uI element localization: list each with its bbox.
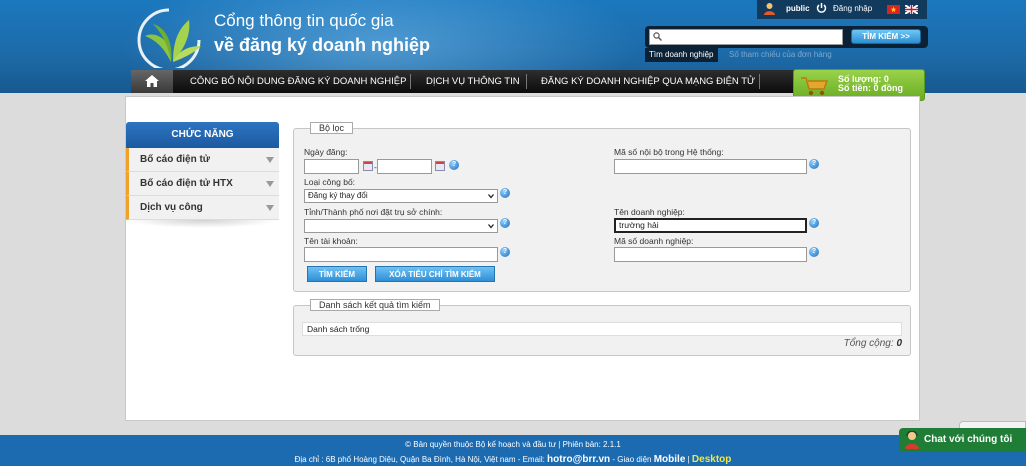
site-title-line2: về đăng ký doanh nghiệp: [214, 35, 431, 55]
nav-item-information-services[interactable]: DỊCH VỤ THÔNG TIN: [426, 70, 520, 93]
clear-criteria-button[interactable]: XÓA TIÊU CHÍ TÌM KIẾM: [375, 266, 495, 282]
sidebar-item-public-services[interactable]: Dịch vụ công: [126, 196, 279, 220]
help-icon[interactable]: ?: [449, 160, 459, 170]
footer-address: Địa chỉ : 6B phố Hoàng Diệu, Quận Ba Đìn…: [0, 454, 1026, 465]
results-panel: Danh sách kết quả tìm kiếm Danh sách trố…: [293, 299, 911, 356]
sidebar-item-label: Bố cáo điện tử: [140, 154, 211, 165]
nav-divider: [759, 74, 760, 89]
results-empty-text: Danh sách trống: [307, 324, 370, 334]
site-logo-icon[interactable]: [133, 6, 207, 68]
date-label: Ngày đăng:: [304, 147, 348, 157]
chevron-down-icon: [266, 205, 274, 211]
sidebar-shadow: [126, 220, 279, 228]
date-to-input[interactable]: [377, 159, 432, 174]
sidebar-item-e-announcement-htx[interactable]: Bố cáo điện tử HTX: [126, 172, 279, 196]
search-button[interactable]: TÌM KIẾM >>: [851, 29, 921, 44]
nav-home[interactable]: [131, 70, 173, 93]
company-name-input[interactable]: trường hải: [614, 218, 807, 233]
site-footer: © Bản quyền thuộc Bộ kế hoạch và đầu tư …: [0, 435, 1026, 466]
company-code-label: Mã số doanh nghiệp:: [614, 236, 694, 246]
filter-panel: Bộ lọc Ngày đăng: - ? Loại công bố: Đăng…: [293, 122, 911, 292]
announcement-type-select[interactable]: Đăng ký thay đổi: [304, 189, 498, 203]
home-icon: [145, 75, 159, 87]
calendar-icon[interactable]: [435, 161, 445, 171]
user-icon: [764, 3, 775, 15]
sidebar: CHỨC NĂNG Bố cáo điện tử Bố cáo điện tử …: [126, 122, 279, 228]
internal-code-input[interactable]: [614, 159, 807, 174]
nav-divider: [526, 74, 527, 89]
chevron-down-icon: [488, 224, 494, 229]
footer-email-link[interactable]: hotro@brr.vn: [547, 454, 610, 465]
support-agent-icon: [905, 431, 919, 449]
nav-item-publication[interactable]: CÔNG BỐ NỘI DUNG ĐĂNG KÝ DOANH NGHIỆP: [190, 70, 406, 93]
user-topbar: public Đăng nhập: [757, 0, 927, 19]
sidebar-item-label: Bố cáo điện tử HTX: [140, 178, 233, 189]
cart-total: Số tiền: 0 đồng: [838, 83, 903, 93]
chat-label: Chat với chúng tôi: [924, 434, 1013, 445]
chevron-down-icon: [488, 194, 494, 199]
filter-legend: Bộ lọc: [310, 122, 354, 134]
tab-order-reference[interactable]: Số tham chiếu của đơn hàng: [725, 48, 836, 62]
chevron-down-icon: [266, 157, 274, 163]
footer-mobile-link[interactable]: Mobile: [654, 454, 686, 465]
footer-interface-label: - Giao diện: [610, 455, 654, 464]
help-icon[interactable]: ?: [500, 188, 510, 198]
power-icon[interactable]: [816, 2, 827, 14]
sidebar-title: CHỨC NĂNG: [126, 122, 279, 148]
login-link[interactable]: Đăng nhập: [833, 4, 872, 13]
internal-code-label: Mã số nội bộ trong Hệ thống:: [614, 147, 724, 157]
results-total-label: Tổng cộng:: [843, 338, 894, 349]
date-from-input[interactable]: [304, 159, 359, 174]
main-nav: CÔNG BỐ NỘI DUNG ĐĂNG KÝ DOANH NGHIỆP DỊ…: [131, 70, 795, 93]
results-total: Tổng cộng: 0: [844, 338, 902, 349]
company-code-input[interactable]: [614, 247, 807, 262]
footer-desktop-link[interactable]: Desktop: [692, 454, 731, 465]
cart-icon: [801, 77, 829, 96]
account-name-label: Tên tài khoản:: [304, 236, 358, 246]
user-name[interactable]: public: [786, 4, 810, 13]
flag-vietnam-icon[interactable]: [887, 5, 900, 14]
province-select[interactable]: [304, 219, 498, 233]
nav-item-online-registration[interactable]: ĐĂNG KÝ DOANH NGHIỆP QUA MẠNG ĐIỆN TỬ: [541, 70, 755, 93]
chevron-down-icon: [266, 181, 274, 187]
province-label: Tỉnh/Thành phố nơi đặt trụ sở chính:: [304, 207, 443, 217]
site-title-line1: Cổng thông tin quốc gia: [214, 11, 394, 30]
footer-address-text: Địa chỉ : 6B phố Hoàng Diệu, Quận Ba Đìn…: [294, 455, 548, 464]
help-icon[interactable]: ?: [500, 218, 510, 228]
calendar-icon[interactable]: [363, 161, 373, 171]
sidebar-item-e-announcement[interactable]: Bố cáo điện tử: [126, 148, 279, 172]
nav-divider: [410, 74, 411, 89]
company-name-label: Tên doanh nghiệp:: [614, 207, 685, 217]
footer-copyright: © Bản quyền thuộc Bộ kế hoạch và đầu tư …: [405, 440, 621, 449]
flag-uk-icon[interactable]: [904, 4, 919, 15]
header-search: TÌM KIẾM >>: [645, 26, 928, 48]
search-icon: [653, 32, 662, 41]
chat-button[interactable]: Chat với chúng tôi: [899, 428, 1026, 452]
help-icon[interactable]: ?: [500, 247, 510, 257]
search-input[interactable]: [649, 29, 843, 45]
results-total-value: 0: [896, 338, 902, 349]
search-submit-button[interactable]: TÌM KIẾM: [307, 266, 367, 282]
help-icon[interactable]: ?: [809, 218, 819, 228]
tab-find-company[interactable]: Tìm doanh nghiệp: [645, 48, 718, 62]
results-list: Danh sách trống: [302, 322, 902, 336]
results-legend: Danh sách kết quả tìm kiếm: [310, 299, 440, 311]
help-icon[interactable]: ?: [809, 247, 819, 257]
account-name-input[interactable]: [304, 247, 498, 262]
help-icon[interactable]: ?: [809, 159, 819, 169]
sidebar-item-label: Dịch vụ công: [140, 202, 203, 213]
announcement-type-value: Đăng ký thay đổi: [308, 191, 368, 200]
announcement-type-label: Loại công bố:: [304, 177, 356, 187]
